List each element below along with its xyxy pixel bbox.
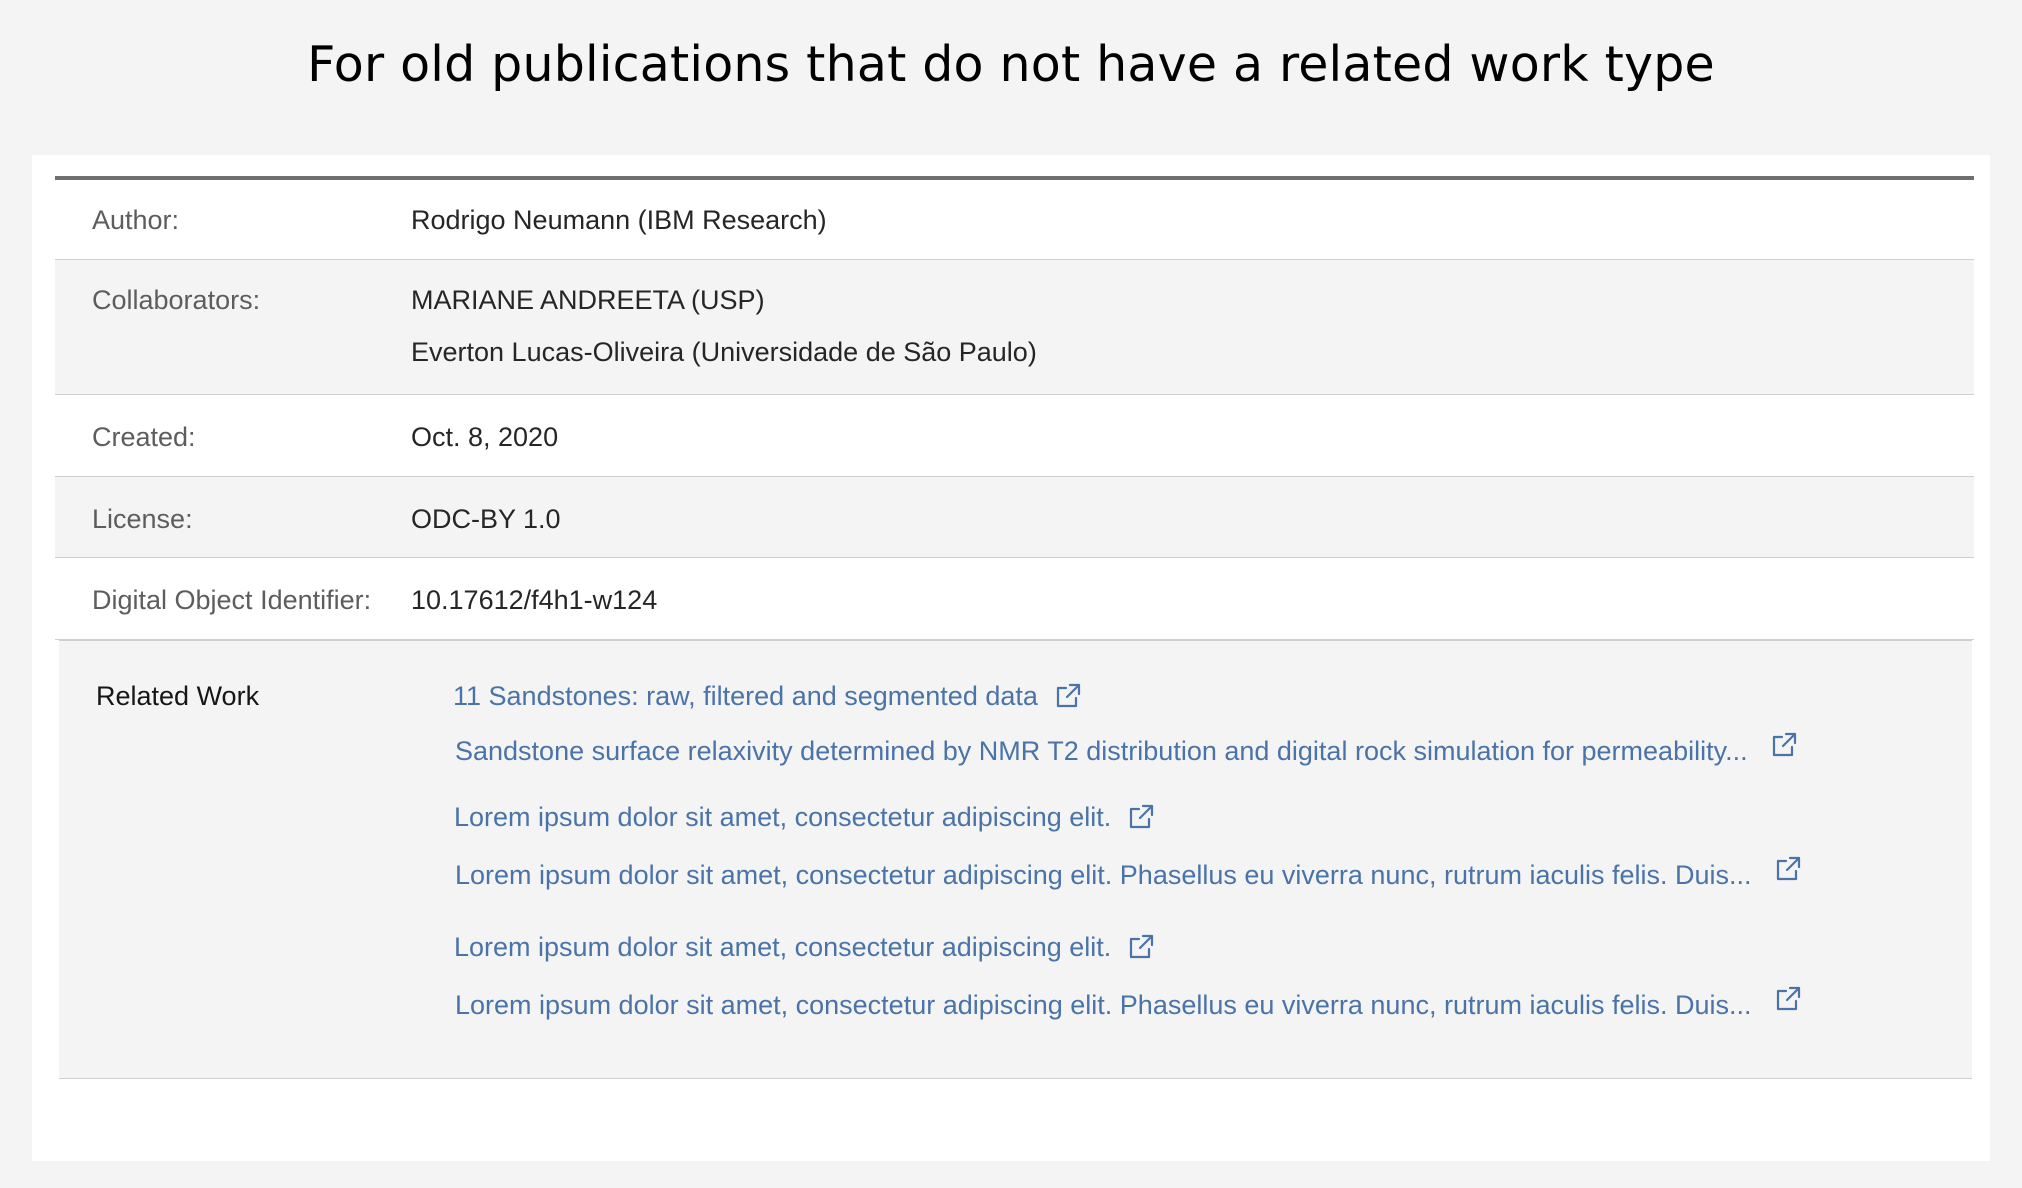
doi-value: 10.17612/f4h1-w124 — [411, 585, 658, 615]
created-label: Created: — [92, 422, 196, 452]
metadata-row-doi: Digital Object Identifier: 10.17612/f4h1… — [55, 558, 1974, 640]
related-work-link[interactable]: Lorem ipsum dolor sit amet, consectetur … — [454, 799, 1155, 835]
created-value: Oct. 8, 2020 — [411, 422, 559, 452]
license-label: License: — [92, 504, 193, 534]
author-label: Author: — [92, 205, 180, 235]
related-work-section: Related Work 11 Sandstones: raw, filtere… — [59, 640, 1972, 1079]
external-link-icon[interactable] — [1054, 682, 1082, 710]
related-work-label: Related Work — [96, 681, 260, 711]
related-work-link-text: Sandstone surface relaxivity determined … — [455, 736, 1748, 766]
related-work-link-text: Lorem ipsum dolor sit amet, consectetur … — [455, 990, 1752, 1020]
related-work-link-text: Lorem ipsum dolor sit amet, consectetur … — [455, 860, 1752, 890]
metadata-row-collaborators: Collaborators: MARIANE ANDREETA (USP) Ev… — [55, 260, 1974, 395]
collaborators-label: Collaborators: — [92, 285, 261, 315]
external-link-icon[interactable] — [1774, 855, 1802, 883]
collaborators-value: MARIANE ANDREETA (USP) Everton Lucas-Oli… — [411, 260, 1974, 394]
external-link-icon[interactable] — [1774, 985, 1802, 1013]
collaborator-name: Everton Lucas-Oliveira (Universidade de … — [411, 337, 1037, 367]
metadata-row-created: Created: Oct. 8, 2020 — [55, 395, 1974, 477]
related-work-link-text: Lorem ipsum dolor sit amet, consectetur … — [454, 802, 1112, 832]
license-value: ODC-BY 1.0 — [411, 504, 561, 534]
external-link-icon[interactable] — [1127, 933, 1155, 961]
related-work-link-text: Lorem ipsum dolor sit amet, consectetur … — [454, 932, 1112, 962]
external-link-icon[interactable] — [1770, 731, 1798, 759]
doi-label: Digital Object Identifier: — [92, 585, 372, 615]
page-heading: For old publications that do not have a … — [307, 36, 1715, 93]
related-work-link-text: 11 Sandstones: raw, filtered and segment… — [453, 681, 1038, 711]
related-work-link[interactable]: Lorem ipsum dolor sit amet, consectetur … — [455, 855, 1802, 893]
metadata-table: Author: Rodrigo Neumann (IBM Research) C… — [55, 176, 1974, 640]
collaborator-name: MARIANE ANDREETA (USP) — [411, 285, 765, 315]
related-work-link[interactable]: Lorem ipsum dolor sit amet, consectetur … — [455, 985, 1802, 1023]
author-value: Rodrigo Neumann (IBM Research) — [411, 205, 827, 235]
metadata-row-author: Author: Rodrigo Neumann (IBM Research) — [55, 180, 1974, 260]
related-work-link[interactable]: Lorem ipsum dolor sit amet, consectetur … — [454, 929, 1155, 965]
external-link-icon[interactable] — [1127, 803, 1155, 831]
related-work-link[interactable]: Sandstone surface relaxivity determined … — [455, 731, 1798, 769]
metadata-row-license: License: ODC-BY 1.0 — [55, 477, 1974, 558]
related-work-link[interactable]: 11 Sandstones: raw, filtered and segment… — [453, 678, 1082, 714]
